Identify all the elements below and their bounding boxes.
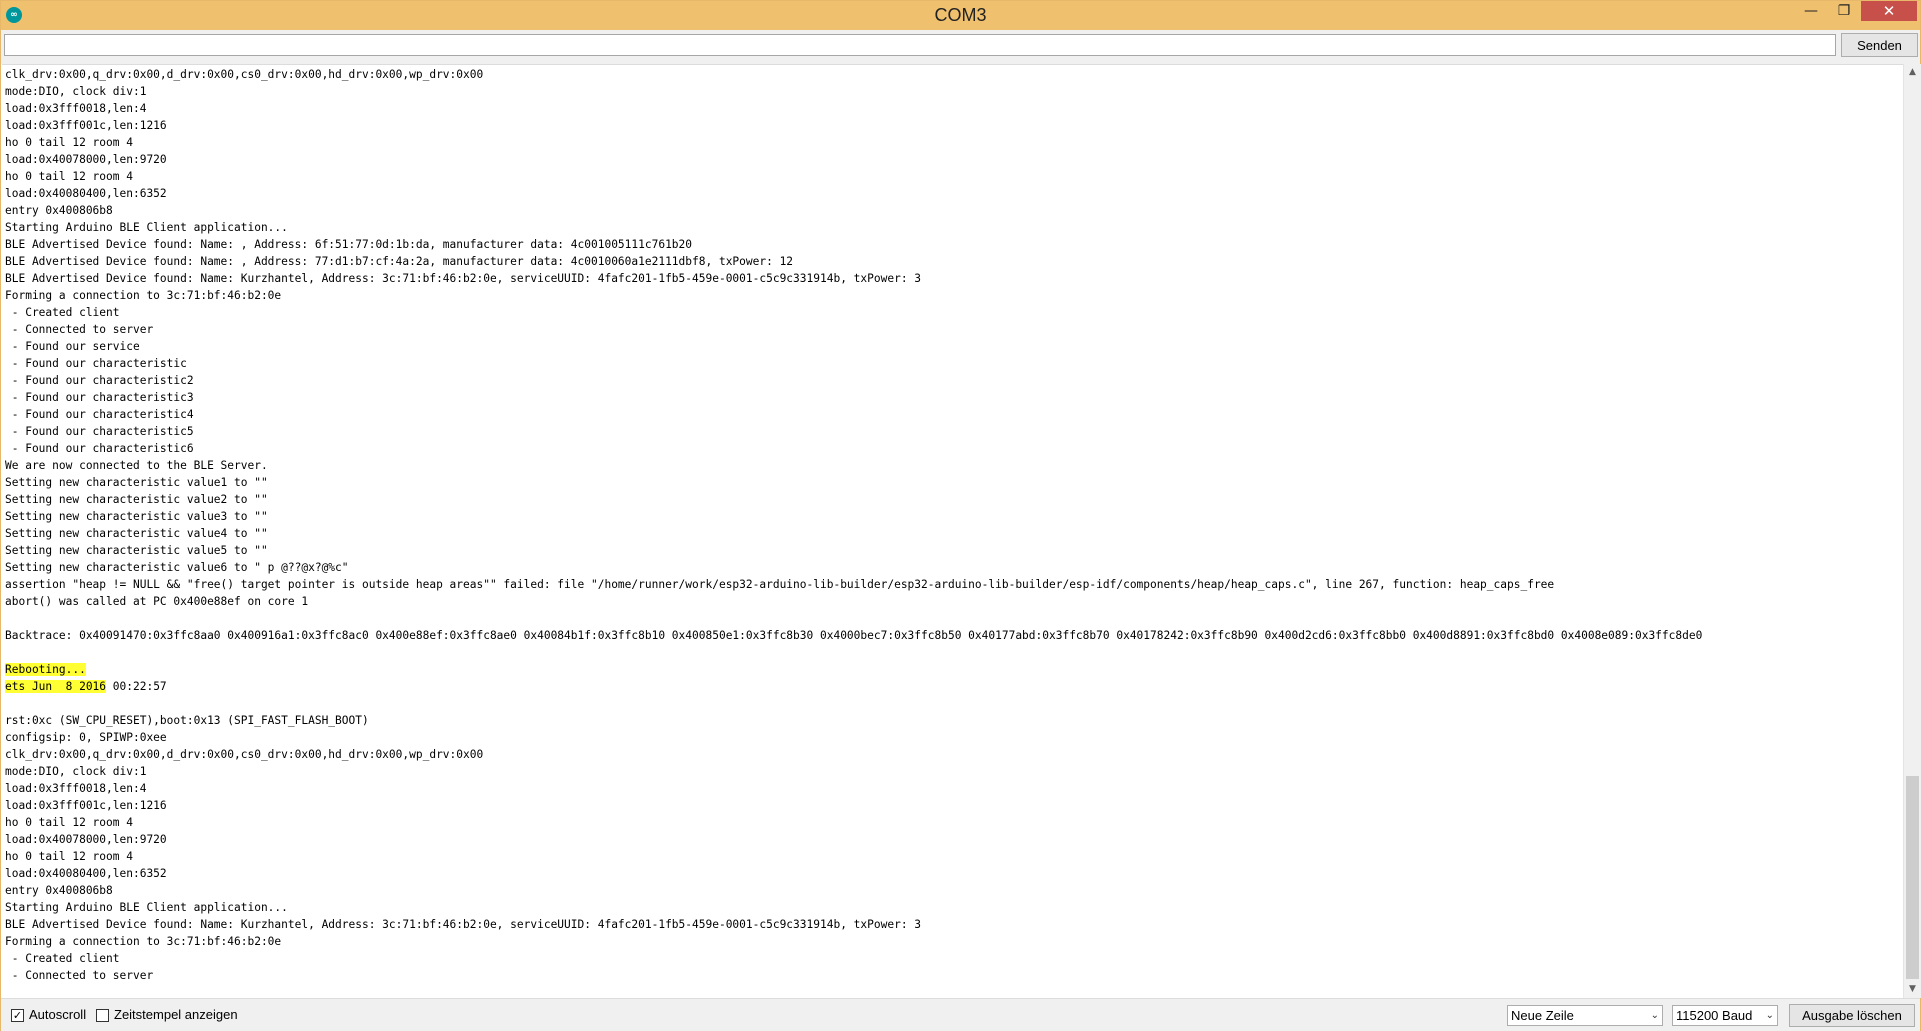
output-line: rst:0xc (SW_CPU_RESET),boot:0x13 (SPI_FA… (5, 714, 369, 727)
output-line: We are now connected to the BLE Server. (5, 459, 268, 472)
output-line: Setting new characteristic value6 to " p… (5, 561, 349, 574)
output-line: Backtrace: 0x40091470:0x3ffc8aa0 0x40091… (5, 629, 1703, 642)
output-line: Starting Arduino BLE Client application.… (5, 901, 288, 914)
scroll-down-icon[interactable]: ▼ (1904, 981, 1921, 998)
bottom-bar: ✓ Autoscroll Zeitstempel anzeigen Neue Z… (1, 998, 1920, 1031)
output-line: Forming a connection to 3c:71:bf:46:b2:0… (5, 935, 282, 948)
send-bar: Senden (1, 30, 1920, 64)
timestamp-label[interactable]: Zeitstempel anzeigen (114, 1007, 238, 1022)
output-line: clk_drv:0x00,q_drv:0x00,d_drv:0x00,cs0_d… (5, 68, 484, 81)
serial-output[interactable]: clk_drv:0x00,q_drv:0x00,d_drv:0x00,cs0_d… (2, 64, 1903, 999)
serial-output-lines: clk_drv:0x00,q_drv:0x00,d_drv:0x00,cs0_d… (5, 66, 1702, 984)
output-line: Forming a connection to 3c:71:bf:46:b2:0… (5, 289, 282, 302)
line-ending-select[interactable]: Neue Zeile ⌄ (1507, 1005, 1663, 1026)
output-line: Rebooting... (5, 661, 1702, 678)
output-line: load:0x40078000,len:9720 (5, 153, 167, 166)
output-line: - Found our characteristic5 (5, 425, 194, 438)
output-line: configsip: 0, SPIWP:0xee (5, 731, 167, 744)
highlighted-text: Rebooting... (5, 663, 86, 676)
output-line: entry 0x400806b8 (5, 204, 113, 217)
output-line: - Found our characteristic3 (5, 391, 194, 404)
send-input[interactable] (4, 34, 1836, 56)
output-line: clk_drv:0x00,q_drv:0x00,d_drv:0x00,cs0_d… (5, 748, 484, 761)
output-line: Setting new characteristic value3 to "" (5, 510, 268, 523)
output-line: BLE Advertised Device found: Name: Kurzh… (5, 272, 922, 285)
output-line: load:0x3fff001c,len:1216 (5, 799, 167, 812)
line-ending-value: Neue Zeile (1511, 1008, 1574, 1023)
output-line: Setting new characteristic value1 to "" (5, 476, 268, 489)
output-line: - Found our characteristic2 (5, 374, 194, 387)
output-line: - Found our characteristic (5, 357, 187, 370)
close-icon[interactable]: ✕ (1861, 1, 1917, 21)
output-line: ho 0 tail 12 room 4 (5, 170, 133, 183)
baud-rate-value: 115200 Baud (1676, 1008, 1753, 1023)
output-line: Starting Arduino BLE Client application.… (5, 221, 288, 234)
scroll-thumb[interactable] (1906, 776, 1919, 979)
output-line: abort() was called at PC 0x400e88ef on c… (5, 595, 309, 608)
output-line: - Found our characteristic6 (5, 442, 194, 455)
output-line: - Found our characteristic4 (5, 408, 194, 421)
title-bar: ∞ COM3 — ❐ ✕ (1, 1, 1920, 30)
clear-output-button[interactable]: Ausgabe löschen (1789, 1004, 1915, 1027)
chevron-down-icon: ⌄ (1765, 1010, 1774, 1021)
serial-monitor-window: ∞ COM3 — ❐ ✕ Senden clk_drv:0x00,q_drv:0… (0, 0, 1921, 1031)
output-line: Setting new characteristic value4 to "" (5, 527, 268, 540)
maximize-icon[interactable]: ❐ (1828, 1, 1860, 21)
output-line: BLE Advertised Device found: Name: , Add… (5, 255, 794, 268)
output-line: load:0x3fff0018,len:4 (5, 782, 147, 795)
send-button[interactable]: Senden (1841, 33, 1918, 57)
output-line: - Connected to server (5, 969, 154, 982)
output-line: ho 0 tail 12 room 4 (5, 136, 133, 149)
output-line: - Found our service (5, 340, 140, 353)
timestamp-checkbox[interactable] (96, 1009, 109, 1022)
chevron-down-icon: ⌄ (1650, 1010, 1659, 1021)
output-line: - Created client (5, 952, 120, 965)
output-line: load:0x40078000,len:9720 (5, 833, 167, 846)
minimize-icon[interactable]: — (1795, 1, 1827, 21)
output-line: BLE Advertised Device found: Name: , Add… (5, 238, 693, 251)
output-line: ho 0 tail 12 room 4 (5, 816, 133, 829)
output-line: entry 0x400806b8 (5, 884, 113, 897)
output-line: load:0x40080400,len:6352 (5, 867, 167, 880)
output-line: - Connected to server (5, 323, 154, 336)
output-line: load:0x40080400,len:6352 (5, 187, 167, 200)
output-line: - Created client (5, 306, 120, 319)
output-line: BLE Advertised Device found: Name: Kurzh… (5, 918, 922, 931)
output-line: Setting new characteristic value5 to "" (5, 544, 268, 557)
output-line: ets Jun 8 2016 00:22:57 (5, 678, 1702, 695)
autoscroll-checkbox[interactable]: ✓ (11, 1009, 24, 1022)
output-line: ho 0 tail 12 room 4 (5, 850, 133, 863)
window-title: COM3 (934, 5, 987, 25)
output-line: load:0x3fff0018,len:4 (5, 102, 147, 115)
baud-rate-select[interactable]: 115200 Baud ⌄ (1672, 1005, 1778, 1026)
checkmark-icon: ✓ (12, 1009, 23, 1022)
output-line: Setting new characteristic value2 to "" (5, 493, 268, 506)
output-line: mode:DIO, clock div:1 (5, 765, 147, 778)
output-line: assertion "heap != NULL && "free() targe… (5, 578, 1555, 591)
vertical-scrollbar[interactable]: ▲ ▼ (1903, 64, 1921, 998)
scroll-up-icon[interactable]: ▲ (1904, 64, 1921, 81)
autoscroll-label[interactable]: Autoscroll (29, 1007, 86, 1022)
output-line: load:0x3fff001c,len:1216 (5, 119, 167, 132)
highlighted-text: ets Jun 8 2016 (5, 680, 107, 693)
output-line-text: 00:22:57 (106, 680, 167, 693)
output-line: mode:DIO, clock div:1 (5, 85, 147, 98)
